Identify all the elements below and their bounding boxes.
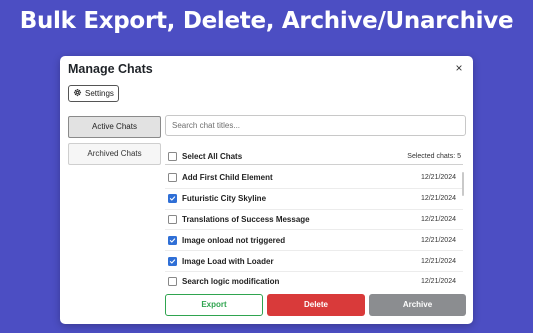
settings-label: Settings [85,89,114,98]
archive-button[interactable]: Archive [369,294,466,316]
chat-title: Add First Child Element [182,173,273,183]
chat-date: 12/21/2024 [420,195,456,203]
chat-checkbox[interactable] [168,235,177,245]
chat-title: Image onload not triggered [182,235,286,245]
chat-row: Add First Child Element 12/21/2024 [165,168,463,189]
chat-title: Search logic modification [182,277,280,286]
chat-checkbox[interactable] [168,277,177,286]
chat-title: Image Load with Loader [182,256,274,266]
select-all-row: Select All Chats Selected chats: 5 [165,148,463,165]
list-scrollbar[interactable] [462,172,464,196]
close-icon[interactable]: × [453,61,465,75]
export-button[interactable]: Export [165,294,263,316]
select-all-checkbox[interactable] [168,151,177,161]
gear-icon [73,88,82,99]
settings-button[interactable]: Settings [68,85,119,102]
tab-active-chats[interactable]: Active Chats [68,116,161,138]
manage-chats-modal: Manage Chats × Settings Active Chats Arc… [60,56,473,324]
chat-date: 12/21/2024 [420,215,456,223]
chat-checkbox[interactable] [168,214,177,224]
chat-row: Translations of Success Message 12/21/20… [165,210,463,231]
tab-archived-chats[interactable]: Archived Chats [68,143,161,165]
chat-row: Futuristic City Skyline 12/21/2024 [165,189,463,210]
chat-title: Translations of Success Message [182,214,310,224]
chat-row: Search logic modification 12/21/2024 [165,272,463,286]
chat-date: 12/21/2024 [420,278,456,286]
select-all-label: Select All Chats [182,151,243,161]
chat-list: Add First Child Element 12/21/2024 Futur… [165,168,463,286]
delete-button[interactable]: Delete [267,294,365,316]
selected-count: Selected chats: 5 [407,152,461,160]
search-input[interactable] [165,115,466,136]
modal-title: Manage Chats [68,62,153,76]
chat-date: 12/21/2024 [420,257,456,265]
chat-date: 12/21/2024 [420,174,456,182]
chat-checkbox[interactable] [168,173,177,183]
chat-row: Image Load with Loader 12/21/2024 [165,251,463,272]
chat-date: 12/21/2024 [420,236,456,244]
chat-row: Image onload not triggered 12/21/2024 [165,230,463,252]
chat-checkbox[interactable] [168,256,177,266]
chat-checkbox[interactable] [168,194,177,204]
chat-title: Futuristic City Skyline [182,194,267,204]
headline: Bulk Export, Delete, Archive/Unarchive [19,8,514,34]
